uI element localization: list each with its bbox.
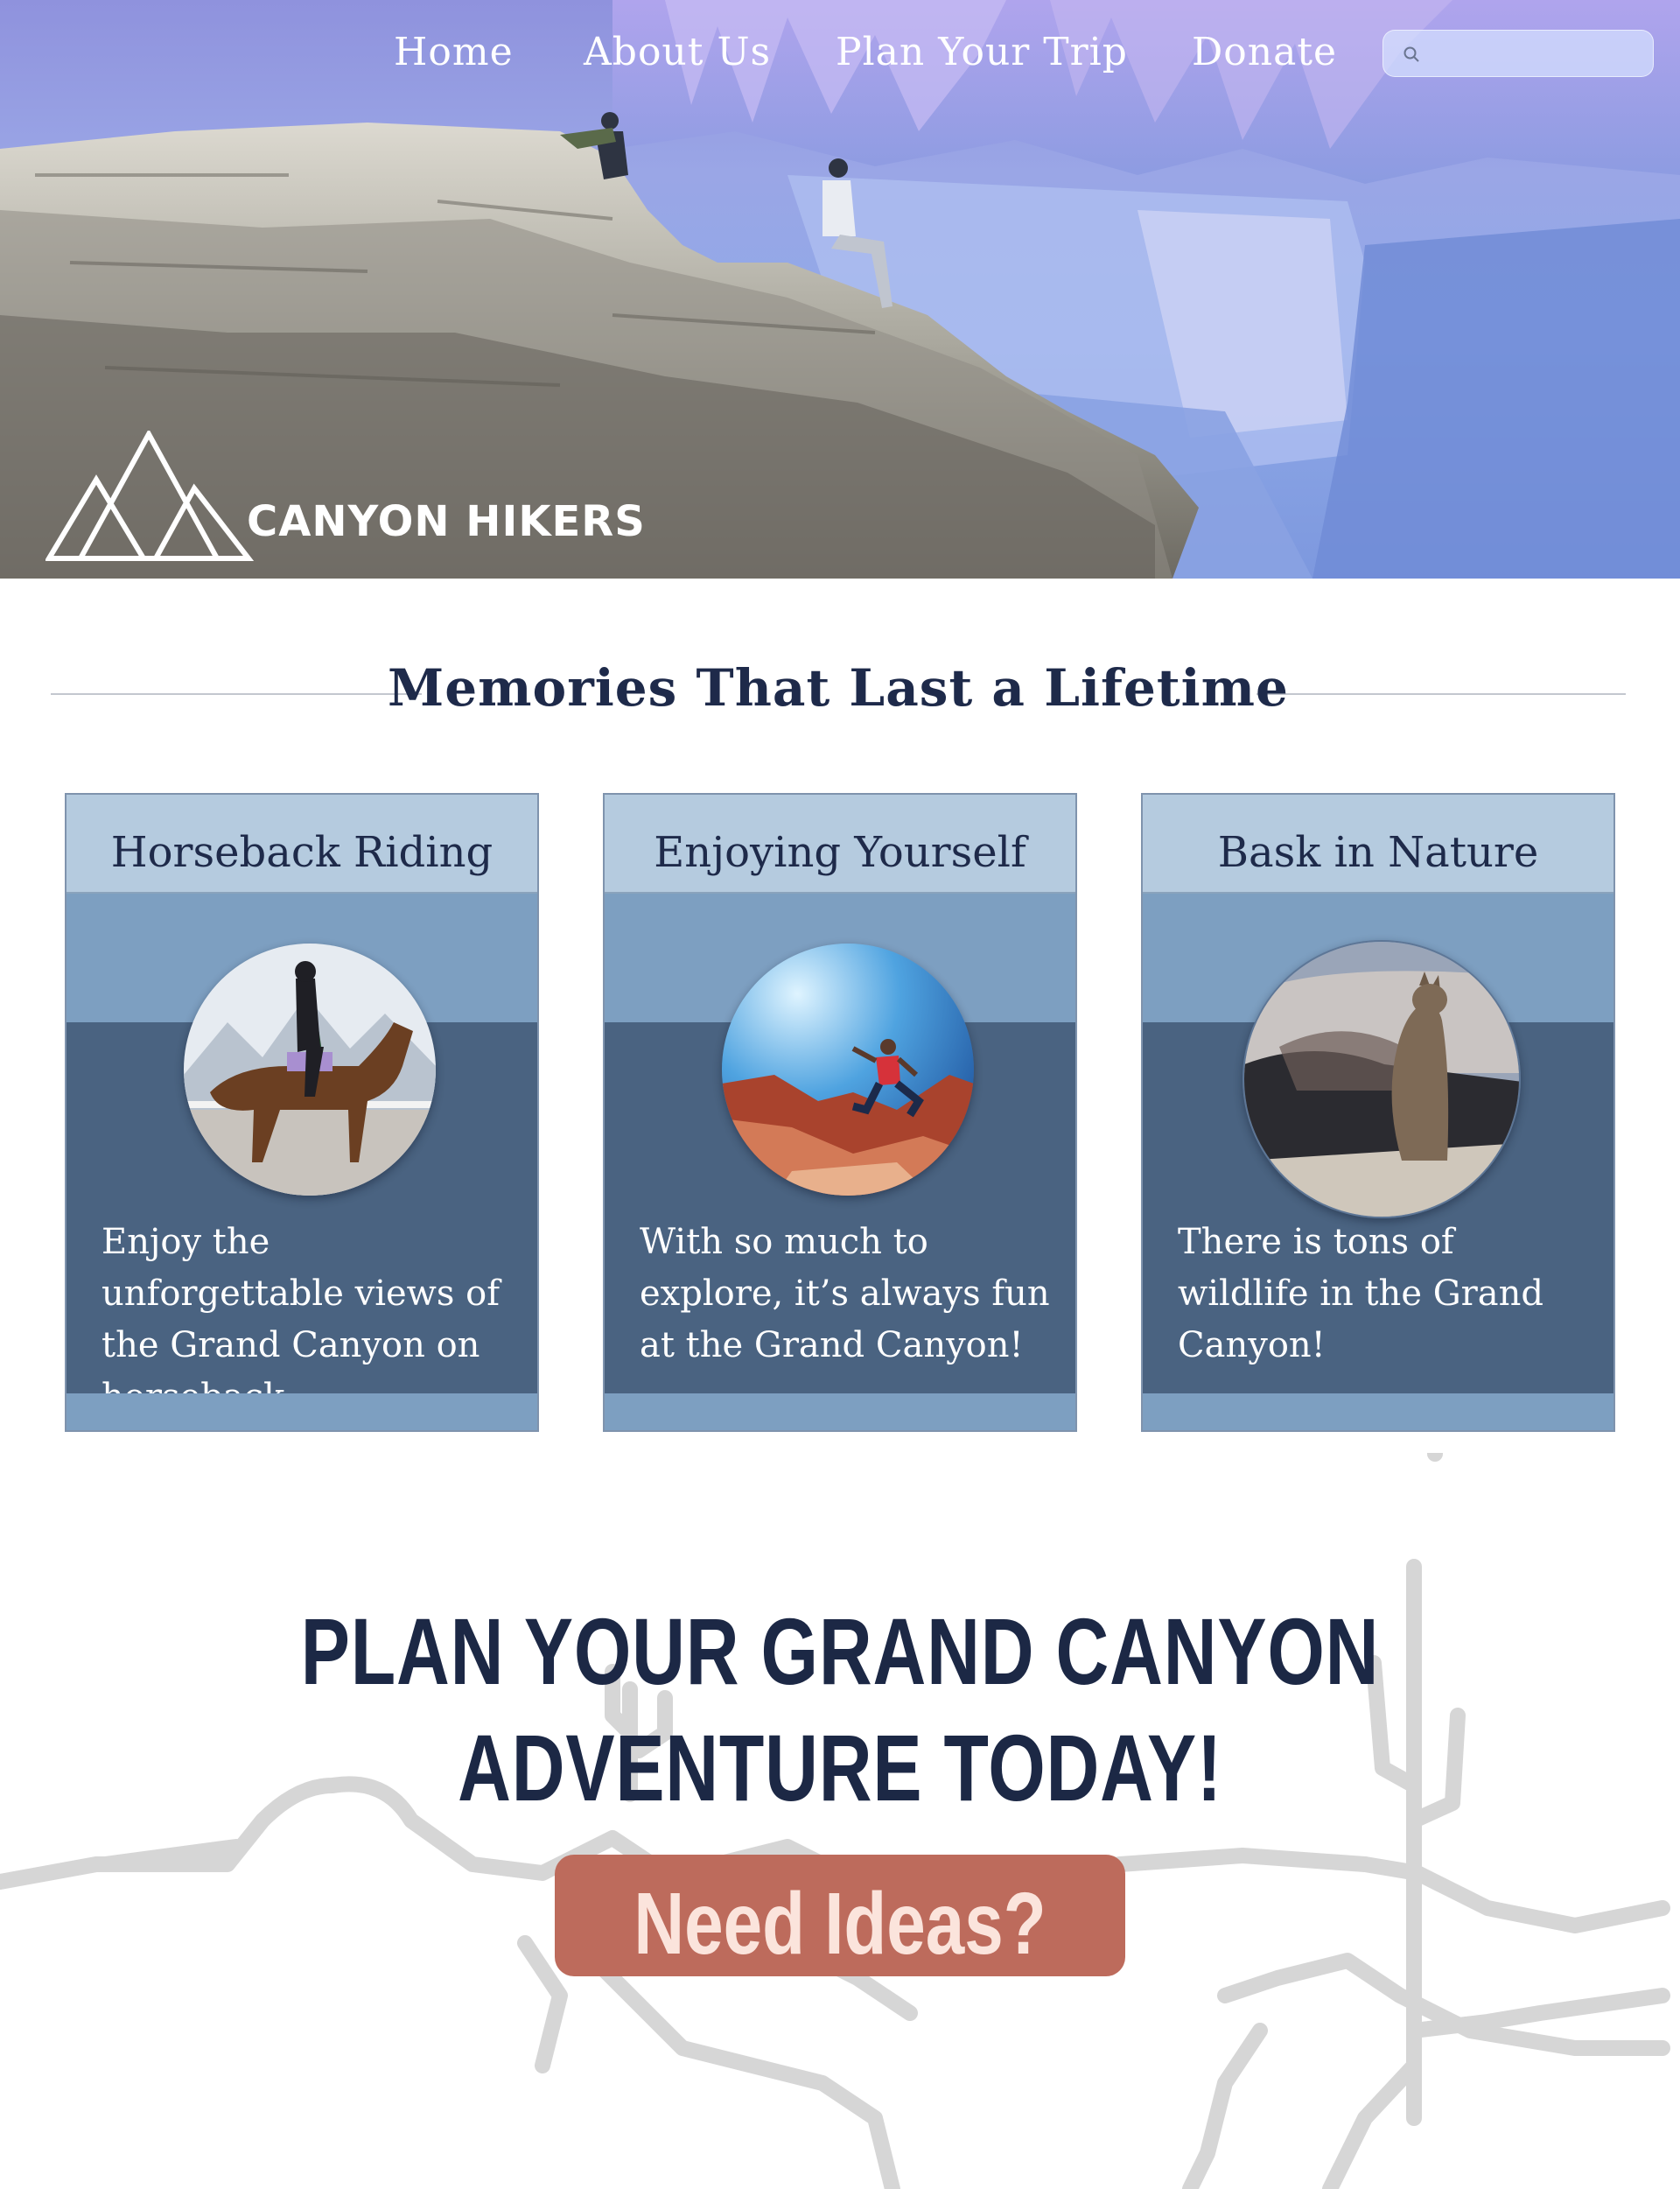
card-header: Bask in Nature xyxy=(1143,795,1614,894)
search-box[interactable] xyxy=(1382,30,1654,77)
card-footer-band xyxy=(605,1393,1075,1430)
nav-donate-link[interactable]: Donate xyxy=(1192,30,1337,74)
card-header: Enjoying Yourself xyxy=(605,795,1075,894)
card-title: Horseback Riding xyxy=(110,828,494,877)
need-ideas-label: Need Ideas? xyxy=(634,1875,1046,1973)
search-icon[interactable] xyxy=(1403,46,1420,63)
jumping-hiker-photo xyxy=(722,944,974,1196)
card-title: Bask in Nature xyxy=(1217,828,1539,877)
logo-text: CANYON HIKERS xyxy=(247,497,646,546)
nav-plan-your-trip-link[interactable]: Plan Your Trip xyxy=(836,30,1128,74)
nav-about-us-link[interactable]: About Us xyxy=(584,30,771,74)
main-navigation: Home About Us Plan Your Trip Donate xyxy=(0,23,1680,84)
card-footer-band xyxy=(1143,1393,1614,1430)
canyon-hikers-logo[interactable]: CANYON HIKERS xyxy=(44,428,693,562)
horseback-rider-photo xyxy=(184,944,436,1196)
card-enjoying-yourself[interactable]: Enjoying Yourself With so much to explor… xyxy=(603,793,1077,1432)
card-description: With so much to explore, it’s always fun… xyxy=(640,1222,1050,1365)
cta-heading: PLAN YOUR GRAND CANYON ADVENTURE TODAY! xyxy=(300,1598,1380,1821)
card-footer-band xyxy=(66,1393,537,1430)
squirrel-photo xyxy=(1242,940,1521,1218)
card-horseback-riding[interactable]: Horseback Riding Enjoy the unforgettable… xyxy=(65,793,539,1432)
card-header: Horseback Riding xyxy=(66,795,537,894)
memories-heading-row: Memories That Last a Lifetime xyxy=(51,653,1626,732)
mountain-logo-icon xyxy=(44,428,255,561)
need-ideas-button[interactable]: Need Ideas? xyxy=(555,1855,1125,1976)
card-description: Enjoy the unforgettable views of the Gra… xyxy=(102,1222,500,1417)
hero-banner: Home About Us Plan Your Trip Donate CANY… xyxy=(0,0,1680,579)
card-bask-in-nature[interactable]: Bask in Nature There is tons of wildlife… xyxy=(1141,793,1615,1432)
search-input[interactable] xyxy=(1429,38,1643,71)
card-title: Enjoying Yourself xyxy=(654,828,1026,877)
card-description: There is tons of wildlife in the Grand C… xyxy=(1178,1222,1544,1365)
nav-home-link[interactable]: Home xyxy=(394,30,514,74)
memories-title: Memories That Last a Lifetime xyxy=(388,658,1289,718)
